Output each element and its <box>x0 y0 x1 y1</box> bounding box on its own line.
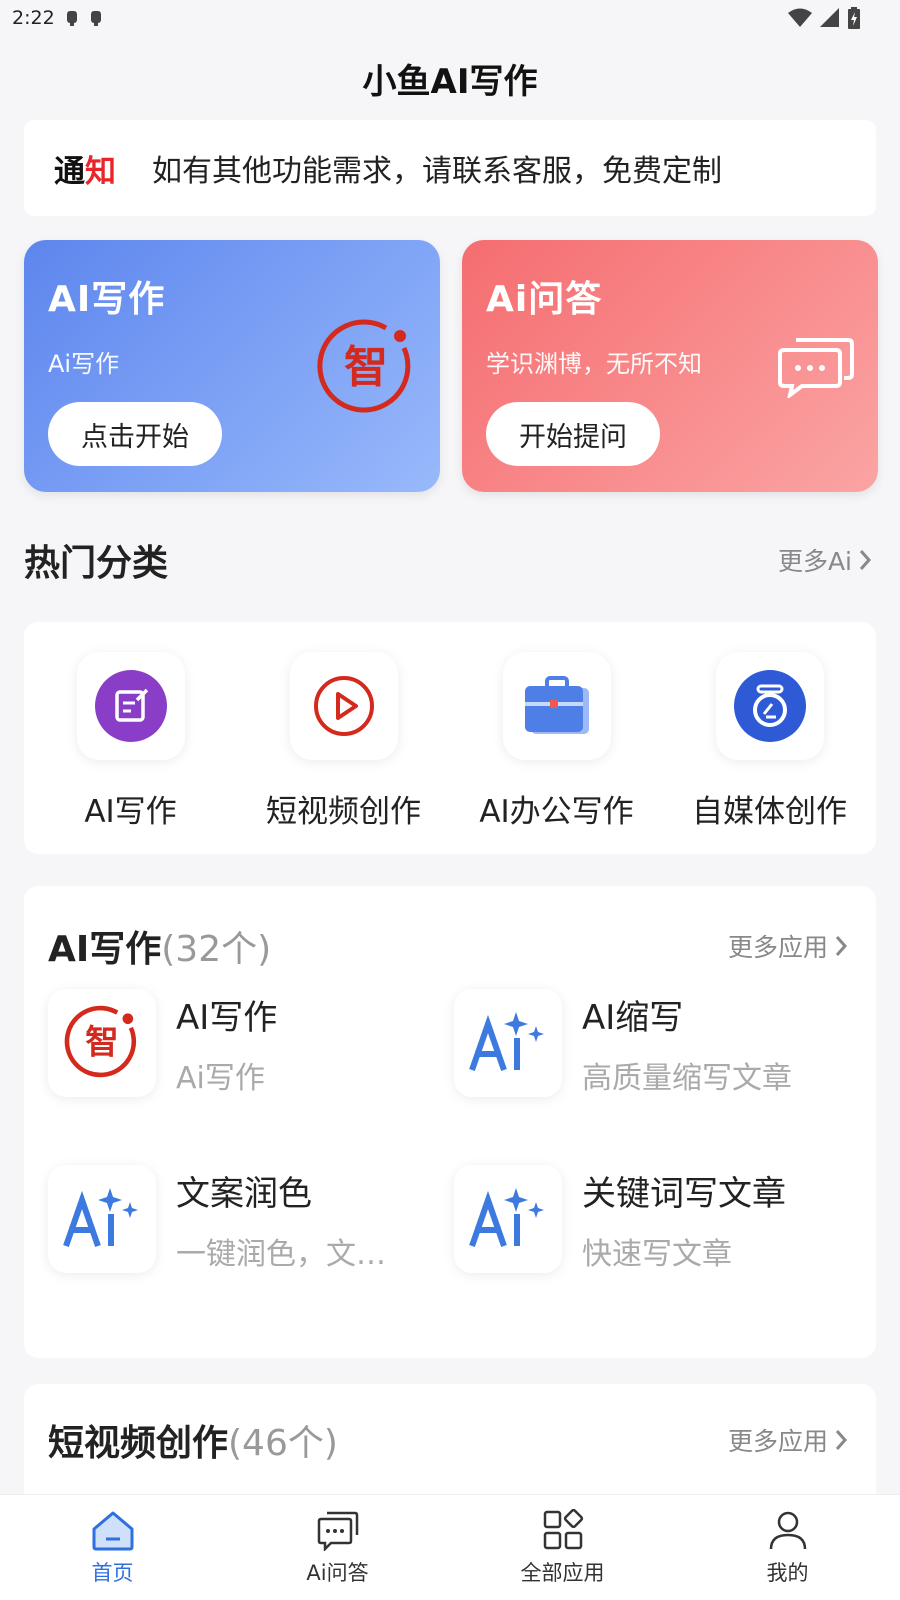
hero-card-qa[interactable]: Ai问答 学识渊博，无所不知 开始提问 <box>462 240 878 492</box>
hot-item-label: 短视频创作 <box>266 794 421 830</box>
more-apps-label: 更多应用 <box>727 1427 828 1456</box>
notification-icon <box>90 11 101 26</box>
apps-icon <box>543 1509 583 1550</box>
app-desc: 快速写文章 <box>582 1236 732 1272</box>
app-name: 关键词写文章 <box>582 1173 786 1214</box>
hot-item-label: 自媒体创作 <box>692 794 847 830</box>
notice-tag: 通知 <box>54 146 116 191</box>
hot-section-title: 热门分类 <box>24 543 169 584</box>
ai-sparkle-icon <box>469 1012 544 1071</box>
start-writing-button[interactable]: 点击开始 <box>48 402 222 466</box>
writing-apps-panel: AI写作(32个) 更多应用 智 AI写作 Ai写作 AI缩写 高质量缩写文章 … <box>24 886 876 1358</box>
hero-card-writing[interactable]: AI写作 Ai写作 智 点击开始 <box>24 240 440 492</box>
app-item-ai-writing[interactable]: 智 AI写作 Ai写作 <box>48 988 428 1098</box>
play-icon <box>313 676 374 736</box>
briefcase-icon <box>524 676 589 734</box>
chevron-right-icon <box>835 1430 848 1450</box>
hot-item-office-writing[interactable]: AI办公写作 <box>450 622 663 854</box>
user-icon <box>769 1511 806 1550</box>
more-video-apps-link[interactable]: 更多应用 <box>728 1422 852 1458</box>
video-apps-title-text: 短视频创作 <box>48 1423 229 1464</box>
signal-icon <box>820 8 839 27</box>
ai-sparkle-icon <box>469 1188 544 1247</box>
zhi-glyph: 智 <box>344 342 388 393</box>
status-bar: 2:22 <box>0 0 900 36</box>
writing-apps-count: (32个) <box>161 929 272 970</box>
notice-tag-a: 通 <box>54 153 85 190</box>
app-item-keyword-article[interactable]: 关键词写文章 快速写文章 <box>454 1164 834 1274</box>
zhi-glyph: 智 <box>85 1023 118 1062</box>
edit-icon <box>94 670 167 742</box>
tab-home[interactable]: 首页 <box>0 1495 225 1600</box>
more-apps-label: 更多应用 <box>727 933 828 962</box>
tab-label: 我的 <box>766 1561 809 1585</box>
hot-icon-box <box>289 652 398 760</box>
chat-icon <box>317 1511 358 1551</box>
hot-icon-box <box>76 652 185 760</box>
tab-label: 全部应用 <box>520 1561 605 1585</box>
more-apps-link[interactable]: 更多应用 <box>728 928 852 964</box>
chat-bubbles-icon <box>778 332 854 402</box>
app-header: 小鱼AI写作 <box>0 36 900 120</box>
ai-sparkle-icon <box>63 1188 138 1247</box>
writing-apps-title: AI写作(32个) <box>48 920 271 972</box>
more-ai-label: 更多Ai <box>777 547 852 576</box>
app-icon-box <box>48 1165 156 1273</box>
hot-item-short-video[interactable]: 短视频创作 <box>237 622 450 854</box>
chevron-right-icon <box>859 550 872 570</box>
start-asking-button[interactable]: 开始提问 <box>486 402 660 466</box>
tab-label: Ai问答 <box>306 1561 369 1585</box>
app-icon-box <box>454 989 562 1097</box>
app-name: AI写作 <box>176 997 278 1038</box>
notice-tag-b: 知 <box>85 153 116 190</box>
hot-item-ai-writing[interactable]: AI写作 <box>24 622 237 854</box>
app-name: AI缩写 <box>582 997 684 1038</box>
tab-ai-qa[interactable]: Ai问答 <box>225 1495 450 1600</box>
tab-mine[interactable]: 我的 <box>675 1495 900 1600</box>
tab-label: 首页 <box>91 1561 134 1585</box>
chevron-right-icon <box>835 936 848 956</box>
video-apps-title: 短视频创作(46个) <box>48 1414 338 1466</box>
tab-all-apps[interactable]: 全部应用 <box>450 1495 675 1600</box>
notification-icon <box>66 11 77 26</box>
notice-banner[interactable]: 通知 如有其他功能需求，请联系客服，免费定制 <box>24 120 876 216</box>
hot-item-self-media[interactable]: 自媒体创作 <box>663 622 876 854</box>
app-icon-box: 智 <box>48 989 156 1097</box>
hero-writing-title: AI写作 <box>48 279 166 320</box>
video-apps-panel: 短视频创作(46个) 更多应用 <box>24 1384 876 1504</box>
video-apps-header: 短视频创作(46个) 更多应用 <box>48 1410 852 1470</box>
more-ai-link[interactable]: 更多Ai <box>778 542 876 578</box>
app-name: 文案润色 <box>176 1173 312 1214</box>
writing-apps-title-text: AI写作 <box>48 929 162 970</box>
writing-apps-header: AI写作(32个) 更多应用 <box>48 916 852 976</box>
wifi-icon <box>788 8 812 27</box>
bottom-tab-bar: 首页 Ai问答 全部应用 我的 <box>0 1494 900 1600</box>
home-icon <box>92 1511 133 1551</box>
zhi-icon: 智 <box>316 318 416 422</box>
media-icon <box>733 670 806 742</box>
app-item-copy-polish[interactable]: 文案润色 一键润色，文… <box>48 1164 428 1274</box>
app-icon-box <box>454 1165 562 1273</box>
app-item-ai-abbreviate[interactable]: AI缩写 高质量缩写文章 <box>454 988 834 1098</box>
app-desc: Ai写作 <box>176 1060 265 1096</box>
battery-icon <box>848 7 860 29</box>
hot-item-label: AI写作 <box>84 794 177 830</box>
notice-text: 如有其他功能需求，请联系客服，免费定制 <box>152 154 722 189</box>
page-title: 小鱼AI写作 <box>362 61 538 102</box>
app-desc: 一键润色，文… <box>176 1236 386 1272</box>
video-apps-count: (46个) <box>228 1423 338 1464</box>
hot-section-header: 热门分类 更多Ai <box>24 530 876 590</box>
status-time: 2:22 <box>12 7 55 29</box>
hot-icon-box <box>715 652 824 760</box>
hot-item-label: AI办公写作 <box>479 794 634 830</box>
hero-qa-title: Ai问答 <box>486 279 603 320</box>
hot-icon-box <box>502 652 611 760</box>
hot-categories: AI写作 短视频创作 AI办公写作 自媒体创作 <box>24 622 876 854</box>
zhi-icon: 智 <box>64 1005 137 1078</box>
app-desc: 高质量缩写文章 <box>582 1060 792 1096</box>
